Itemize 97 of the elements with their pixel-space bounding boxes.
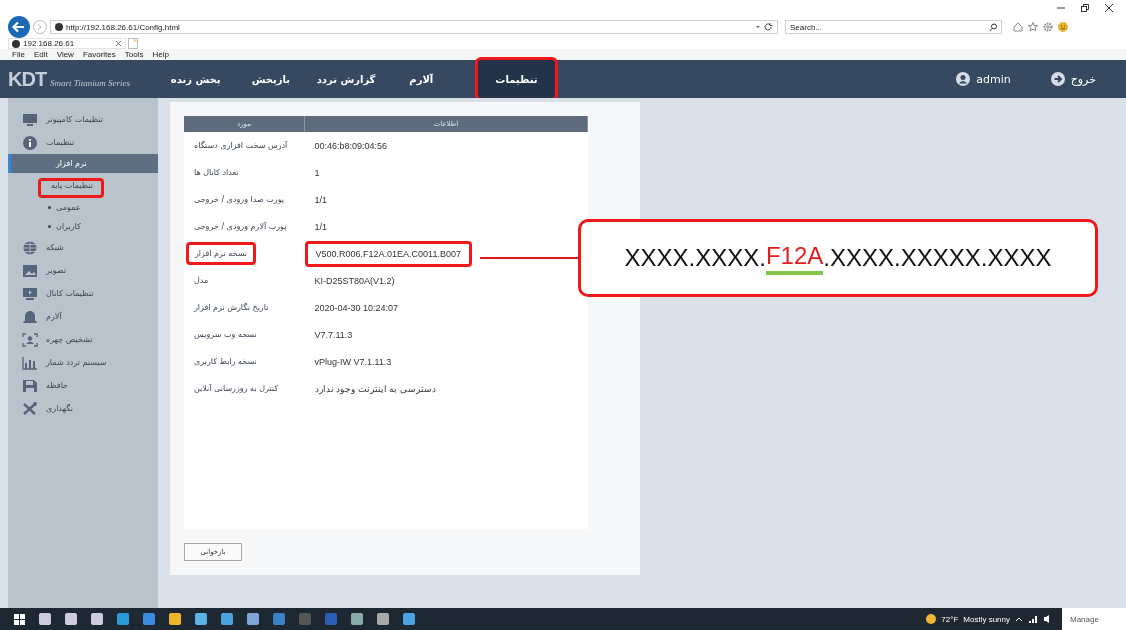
info-value: 1/1 [314, 194, 327, 205]
user-icon [956, 72, 971, 86]
home-icon[interactable] [1013, 22, 1023, 32]
smiley-icon[interactable] [1058, 22, 1068, 32]
nav-tab[interactable]: آلارم [383, 62, 459, 96]
bullet-icon [48, 206, 51, 209]
temperature: 72°F [941, 614, 959, 624]
menu-item[interactable]: Edit [33, 50, 48, 59]
sidebar-item[interactable]: تنظیمات کانال [8, 282, 158, 305]
back-icon[interactable] [8, 16, 30, 38]
info-label: کنترل به روزرسانی آنلاین [194, 384, 279, 393]
sidebar-item[interactable]: سیستم تردد شمار [8, 351, 158, 374]
app-icon[interactable] [351, 613, 363, 625]
search-field[interactable]: Search... [785, 20, 1002, 34]
app-icon[interactable] [377, 613, 389, 625]
refresh-icon[interactable] [764, 22, 773, 32]
restore-icon[interactable] [1080, 3, 1090, 13]
chevron-icon[interactable] [1015, 615, 1023, 623]
star-icon[interactable] [1028, 22, 1038, 32]
nav-tab[interactable]: پخش زنده [158, 62, 234, 96]
bullet-icon [48, 225, 51, 228]
info-label: تعداد کانال ها [194, 168, 239, 177]
sidebar-item[interactable]: تصویر [8, 259, 158, 282]
nav-tab[interactable]: تنظیمات [474, 57, 558, 101]
notification-popup[interactable]: Manage [1062, 608, 1126, 630]
menu-item[interactable]: File [12, 50, 25, 59]
app-icon[interactable] [91, 613, 103, 625]
sidebar-item[interactable]: تنظیمات کامپیوتر [8, 108, 158, 131]
info-label: مدل [194, 276, 209, 285]
chart-icon [22, 355, 38, 370]
floppy-icon [22, 378, 38, 393]
info-value: 1/1 [314, 221, 327, 232]
sidebar-item[interactable]: آلارم [8, 305, 158, 328]
sidebar-item[interactable]: تنظیمات [8, 131, 158, 154]
logo-subtitle: Smart Titanium Series [50, 77, 131, 88]
nav-tab[interactable]: بازپخش [233, 62, 309, 96]
info-label: تاریخ نگارش نرم افزار [194, 303, 269, 312]
menu-item[interactable]: Favorites [82, 50, 116, 59]
bell-icon [22, 309, 38, 324]
close-icon[interactable] [1104, 3, 1114, 13]
app-icon[interactable] [143, 613, 155, 625]
windows-icon[interactable] [14, 613, 25, 625]
speaker-icon[interactable] [1043, 614, 1051, 624]
app-icon[interactable] [247, 613, 259, 625]
image-icon [22, 263, 38, 278]
logout-icon[interactable] [1050, 72, 1065, 86]
menu-item[interactable]: Tools [124, 50, 144, 59]
address-bar[interactable]: http://192.168.26.61/Config.html [50, 20, 778, 34]
menu-item[interactable]: View [56, 50, 74, 59]
info-label: پورت آلارم ورودی / خروجی [194, 222, 287, 231]
app-icon[interactable] [117, 613, 129, 625]
menu-item[interactable]: Help [152, 50, 169, 59]
info-value: 1 [314, 167, 320, 178]
dropdown-icon[interactable] [755, 24, 761, 30]
app-icon[interactable] [169, 613, 181, 625]
app-icon[interactable] [221, 613, 233, 625]
sidebar-item[interactable]: شبکه [8, 236, 158, 259]
info-label: نسخه وب سرویس [194, 330, 257, 339]
info-label: آدرس سخت افزاری دستگاه [194, 141, 288, 150]
user-name: admin [976, 72, 1011, 86]
monitor-icon [22, 286, 38, 301]
sidebar-subitem[interactable]: عمومی [56, 203, 81, 212]
info-icon [22, 135, 38, 150]
info-label: نسخه رابط کاربری [194, 357, 257, 366]
logo: KDT [8, 67, 47, 91]
app-icon[interactable] [195, 613, 207, 625]
sidebar-item[interactable]: تشخیص چهره [8, 328, 158, 351]
sidebar-item[interactable]: نگهداری [8, 397, 158, 420]
callout-text: XXXX.XXXX.F12A.XXXX.XXXXX.XXXX [578, 219, 1098, 297]
sidebar-item[interactable]: حافظه [8, 374, 158, 397]
info-value: V7.7.11.3 [314, 329, 353, 340]
info-value: 2020-04-30 10:24:07 [314, 302, 399, 313]
info-value: vPlug-IW V7.1.11.3 [314, 356, 392, 367]
sidebar-subitem[interactable]: تنظیمات پایه [51, 181, 93, 190]
info-value: 00:46:b8:09:04:56 [314, 140, 388, 151]
sidebar-subitem[interactable]: نرم افزار [8, 154, 158, 173]
logout-link[interactable]: خروج [1070, 72, 1096, 86]
scan-icon [22, 332, 38, 347]
browser-tab[interactable]: 192.168.26.61 [8, 38, 126, 49]
monitor-icon [22, 112, 38, 127]
network-icon[interactable] [1028, 614, 1038, 624]
settings-icon[interactable] [1043, 22, 1053, 32]
weather-icon [926, 614, 937, 624]
info-value: V500.R006.F12A.01EA.C0011.B007 [304, 240, 472, 267]
nav-tab[interactable]: گزارش تردد [308, 62, 384, 96]
weather-text: Mostly sunny [963, 614, 1010, 624]
app-icon[interactable] [39, 613, 51, 625]
info-label: نسخه نرم افزار [186, 242, 257, 265]
app-icon[interactable] [273, 613, 285, 625]
app-icon[interactable] [403, 613, 415, 625]
info-value: دسترسی به اینترنت وجود ندارد [314, 383, 436, 394]
sidebar-subitem[interactable]: کاربران [56, 222, 81, 231]
info-value: KI-D25ST80A(V1.2) [314, 275, 395, 286]
tools-icon [22, 401, 38, 416]
info-label: پورت صدا ورودی / خروجی [194, 195, 285, 204]
app-icon[interactable] [65, 613, 77, 625]
search-icon[interactable] [989, 22, 998, 32]
